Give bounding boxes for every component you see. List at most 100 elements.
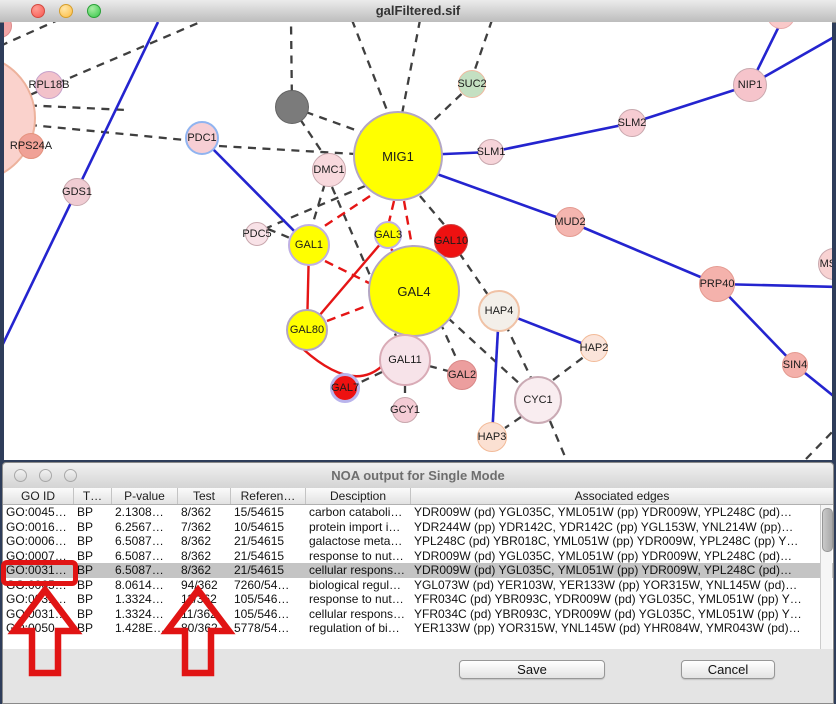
- column-header-p-value[interactable]: P-value: [112, 488, 178, 504]
- node-label: SLM2: [618, 117, 647, 129]
- cancel-button[interactable]: Cancel: [681, 660, 775, 679]
- node-nip1[interactable]: NIP1: [733, 68, 767, 102]
- node-label: GAL2: [448, 369, 476, 381]
- node-label: GAL4: [397, 284, 430, 299]
- column-header-associated-edges[interactable]: Associated edges: [411, 488, 833, 504]
- table-row[interactable]: GO:0016…BP6.2567…7/36210/54615protein im…: [3, 520, 833, 535]
- node-label: GAL1: [295, 239, 323, 251]
- column-header-description[interactable]: Desciption: [306, 488, 411, 504]
- node-label: PRP40: [700, 278, 735, 290]
- cell-p-value: 6.5087…: [112, 549, 178, 564]
- network-canvas[interactable]: RPL18B RPS24A GDS1 PDC1 MIG1 SUC2 SLM1 S…: [4, 22, 832, 460]
- table-scrollbar[interactable]: [820, 505, 832, 651]
- node-label: DMC1: [313, 164, 344, 176]
- scrollbar-thumb[interactable]: [822, 508, 833, 552]
- column-header-go-id[interactable]: GO ID: [3, 488, 74, 504]
- node-label: GCY1: [390, 404, 420, 416]
- node-label: RPL18B: [29, 79, 70, 91]
- node-hap4[interactable]: HAP4: [478, 290, 520, 332]
- column-header-reference[interactable]: Referen…: [231, 488, 306, 504]
- annotation-arrow-go-id: [14, 590, 76, 673]
- node-label: PDC5: [242, 228, 271, 240]
- cell-description: biological regul…: [306, 578, 411, 593]
- node-cyc1[interactable]: CYC1: [514, 376, 562, 424]
- node-mud2[interactable]: MUD2: [555, 207, 585, 237]
- node-label: NIP1: [738, 79, 762, 91]
- column-header-type[interactable]: T…: [74, 488, 112, 504]
- cell-go-id: GO:0045…: [3, 505, 74, 520]
- network-edges: [4, 22, 832, 460]
- cell-description: cellular respons…: [306, 607, 411, 622]
- node-gds1[interactable]: GDS1: [63, 178, 91, 206]
- cell-associated-edges: YFR034C (pd) YBR093C, YDR009W (pd) YGL03…: [411, 607, 833, 622]
- cell-associated-edges: YER133W (pp) YOR315W, YNL145W (pd) YHR08…: [411, 621, 833, 636]
- node-slm1[interactable]: SLM1: [478, 139, 504, 165]
- node-unlabeled-gray[interactable]: [275, 90, 309, 124]
- node-gal4[interactable]: GAL4: [368, 245, 460, 337]
- cell-associated-edges: YDR244W (pp) YDR142C, YDR142C (pp) YGL15…: [411, 520, 833, 535]
- node-label: MIG1: [382, 149, 414, 164]
- node-gal80[interactable]: GAL80: [286, 309, 328, 351]
- cell-type: BP: [74, 505, 112, 520]
- node-slm2[interactable]: SLM2: [618, 109, 646, 137]
- cell-reference: 105/546…: [231, 592, 306, 607]
- node-gal1[interactable]: GAL1: [288, 224, 330, 266]
- cell-go-id: GO:0016…: [3, 520, 74, 535]
- node-label: HAP2: [580, 342, 609, 354]
- table-row[interactable]: GO:0007…BP6.5087…8/36221/54615response t…: [3, 549, 833, 564]
- annotation-highlight-box: [1, 560, 78, 586]
- annotation-arrows: [0, 585, 240, 685]
- cell-p-value: 2.1308…: [112, 505, 178, 520]
- node-label: GAL10: [434, 235, 468, 247]
- cell-associated-edges: YDR009W (pd) YGL035C, YML051W (pp) YDR00…: [411, 549, 833, 564]
- noa-window-titlebar: NOA output for Single Mode: [3, 463, 833, 489]
- cell-p-value: 6.2567…: [112, 520, 178, 535]
- network-window-titlebar: galFiltered.sif: [0, 0, 836, 23]
- node-dmc1[interactable]: DMC1: [312, 153, 346, 187]
- cell-test: 8/362: [178, 505, 231, 520]
- node-label: GDS1: [62, 186, 92, 198]
- node-gal2[interactable]: GAL2: [447, 360, 477, 390]
- table-row[interactable]: GO:0045…BP2.1308…8/36215/54615carbon cat…: [3, 505, 833, 520]
- node-gal11[interactable]: GAL11: [379, 334, 431, 386]
- node-mig1[interactable]: MIG1: [353, 111, 443, 201]
- node-hap3[interactable]: HAP3: [477, 422, 507, 452]
- node-pdc1[interactable]: PDC1: [185, 121, 219, 155]
- cell-reference: 21/54615: [231, 549, 306, 564]
- cell-type: BP: [74, 549, 112, 564]
- node-label: GAL80: [290, 324, 324, 336]
- node-label: HAP4: [485, 305, 514, 317]
- node-label: PDC1: [187, 132, 216, 144]
- cell-description: response to nut…: [306, 549, 411, 564]
- cell-reference: 21/54615: [231, 534, 306, 549]
- node-label: MUD2: [554, 216, 585, 228]
- node-rpl18b[interactable]: RPL18B: [35, 71, 63, 99]
- node-pdc5[interactable]: PDC5: [245, 222, 269, 246]
- cell-associated-edges: YDR009W (pd) YGL035C, YML051W (pp) YDR00…: [411, 563, 833, 578]
- node-label: GAL3: [374, 229, 402, 241]
- cell-reference: 10/54615: [231, 520, 306, 535]
- node-label: RPS24A: [10, 140, 52, 152]
- cell-test: 7/362: [178, 520, 231, 535]
- cell-description: protein import i…: [306, 520, 411, 535]
- table-row-selected[interactable]: GO:0031…BP6.5087…8/36221/54615cellular r…: [3, 563, 833, 578]
- network-window-title: galFiltered.sif: [0, 3, 836, 18]
- node-rps24a[interactable]: RPS24A: [18, 133, 44, 159]
- cell-description: cellular respons…: [306, 563, 411, 578]
- node-gal7[interactable]: GAL7: [330, 373, 360, 403]
- cell-description: response to nut…: [306, 592, 411, 607]
- node-prp40[interactable]: PRP40: [699, 266, 735, 302]
- save-button[interactable]: Save: [459, 660, 605, 679]
- edges-dashed: [4, 22, 832, 459]
- node-gcy1[interactable]: GCY1: [392, 397, 418, 423]
- node-sin4[interactable]: SIN4: [782, 352, 808, 378]
- table-row[interactable]: GO:0006…BP6.5087…8/36221/54615galactose …: [3, 534, 833, 549]
- column-header-test[interactable]: Test: [178, 488, 231, 504]
- node-gal3[interactable]: GAL3: [374, 221, 402, 249]
- annotation-arrow-test: [167, 590, 229, 673]
- node-hap2[interactable]: HAP2: [580, 334, 608, 362]
- node-suc2[interactable]: SUC2: [458, 70, 486, 98]
- node-label: SIN4: [783, 359, 807, 371]
- cell-type: BP: [74, 534, 112, 549]
- cell-reference: 7260/54…: [231, 578, 306, 593]
